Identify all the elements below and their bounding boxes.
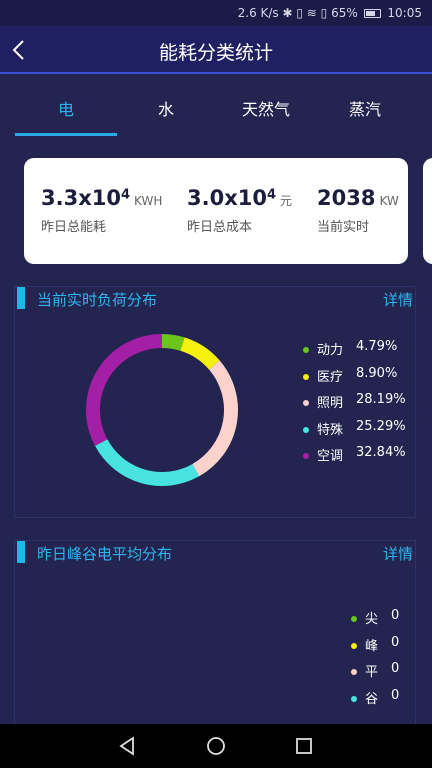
donut-slice-4 [95, 439, 200, 486]
legend-value: 0 [391, 608, 400, 623]
clock: 10:05 [387, 6, 422, 20]
legend-dot [303, 453, 309, 459]
legend-name: 峰 [365, 638, 379, 654]
next-card-peek[interactable] [423, 158, 432, 264]
title-bar: 能耗分类统计 [0, 26, 432, 74]
legend-value: 25.29% [356, 418, 406, 434]
donut-slice-5 [86, 334, 163, 446]
donut-slice-2 [180, 337, 220, 370]
nav-recents-button[interactable] [292, 734, 316, 758]
total-cost-value: 3.0x10 [187, 186, 267, 210]
legend-name: 平 [365, 665, 379, 680]
realtime-label: 当前实时 [317, 220, 370, 235]
tab-steam[interactable]: 蒸汽 [317, 90, 413, 136]
total-energy-label: 昨日总能耗 [41, 220, 107, 235]
total-cost-label: 昨日总成本 [187, 220, 253, 235]
legend-name: 医疗 [317, 369, 344, 385]
load-section-title: 当前实时负荷分布 [37, 291, 158, 309]
triangle-back-icon [119, 736, 134, 756]
section-accent-bar [17, 287, 25, 309]
legend-name: 特殊 [317, 422, 344, 438]
load-detail-link[interactable]: 详情 [383, 289, 413, 310]
realtime-stat: 2038 KW 当前实时 [317, 186, 399, 235]
legend-dot [303, 426, 309, 433]
total-energy-unit: KWH [134, 194, 163, 208]
legend-name: 照明 [317, 396, 344, 411]
summary-card[interactable]: 3.3x104 KWH 昨日总能耗 3.0x104 元 昨日总成本 2038 KW 当… [24, 158, 408, 264]
total-energy-value: 3.3x10 [41, 186, 121, 210]
realtime-value: 2038 [317, 186, 376, 210]
tab-electricity[interactable]: 电 [15, 90, 117, 136]
legend-name: 空调 [317, 449, 344, 464]
legend-dot [351, 695, 357, 702]
tab-water[interactable]: 水 [117, 90, 215, 136]
nav-home-button[interactable] [204, 734, 228, 758]
legend-value: 8.90% [356, 365, 398, 381]
peak-valley-section: 昨日峰谷电平均分布 详情 尖 0 峰 0 平 0 谷 0 [14, 540, 416, 730]
legend-value: 0 [391, 661, 400, 676]
square-recents-icon [296, 738, 312, 754]
energy-type-tabs: 电 水 天然气 蒸汽 [0, 90, 432, 136]
tab-natural-gas[interactable]: 天然气 [215, 90, 317, 136]
legend-dot [303, 400, 309, 406]
legend-name: 动力 [317, 343, 344, 358]
legend-dot [351, 642, 357, 649]
legend-value: 0 [391, 634, 400, 650]
realtime-unit: KW [379, 194, 399, 208]
donut-slice-1 [161, 334, 185, 351]
load-section-header: 当前实时负荷分布 详情 [15, 287, 415, 313]
legend-dot [303, 347, 309, 353]
legend-name: 尖 [365, 612, 379, 627]
legend-name: 谷 [365, 691, 379, 707]
battery-icon [363, 9, 381, 18]
peak-detail-link[interactable]: 详情 [383, 543, 413, 564]
nav-back-button[interactable] [116, 734, 140, 758]
legend-value: 4.79% [356, 339, 398, 354]
system-nav-bar [0, 724, 432, 768]
total-cost-unit: 元 [280, 194, 293, 208]
section-accent-bar [17, 541, 25, 563]
legend-value: 28.19% [356, 392, 406, 407]
status-bar: 2.6 K/s ✱ ▯ ≋ ▯ 65% 10:05 [0, 0, 432, 26]
circle-home-icon [207, 737, 225, 755]
legend-dot [303, 373, 309, 380]
peak-section-title: 昨日峰谷电平均分布 [37, 545, 173, 563]
status-text: 2.6 K/s ✱ ▯ ≋ ▯ 65% 10:05 [238, 6, 422, 20]
load-donut-chart [86, 334, 238, 486]
total-cost-exponent: 4 [266, 187, 277, 203]
total-cost-stat: 3.0x104 元 昨日总成本 [187, 186, 292, 235]
legend-dot [351, 616, 357, 622]
legend-value: 0 [391, 687, 400, 703]
load-distribution-section: 当前实时负荷分布 详情 动力 4.79% 医疗 8.90% 照明 28.19% … [14, 286, 416, 518]
total-energy-exponent: 4 [120, 187, 131, 203]
total-energy-stat: 3.3x104 KWH 昨日总能耗 [41, 186, 162, 235]
legend-value: 32.84% [356, 445, 406, 460]
network-speed: 2.6 K/s ✱ ▯ ≋ ▯ 65% [237, 6, 358, 20]
peak-section-header: 昨日峰谷电平均分布 详情 [15, 541, 415, 567]
legend-dot [351, 669, 357, 675]
donut-slice-3 [192, 360, 238, 477]
page-title: 能耗分类统计 [158, 42, 273, 64]
